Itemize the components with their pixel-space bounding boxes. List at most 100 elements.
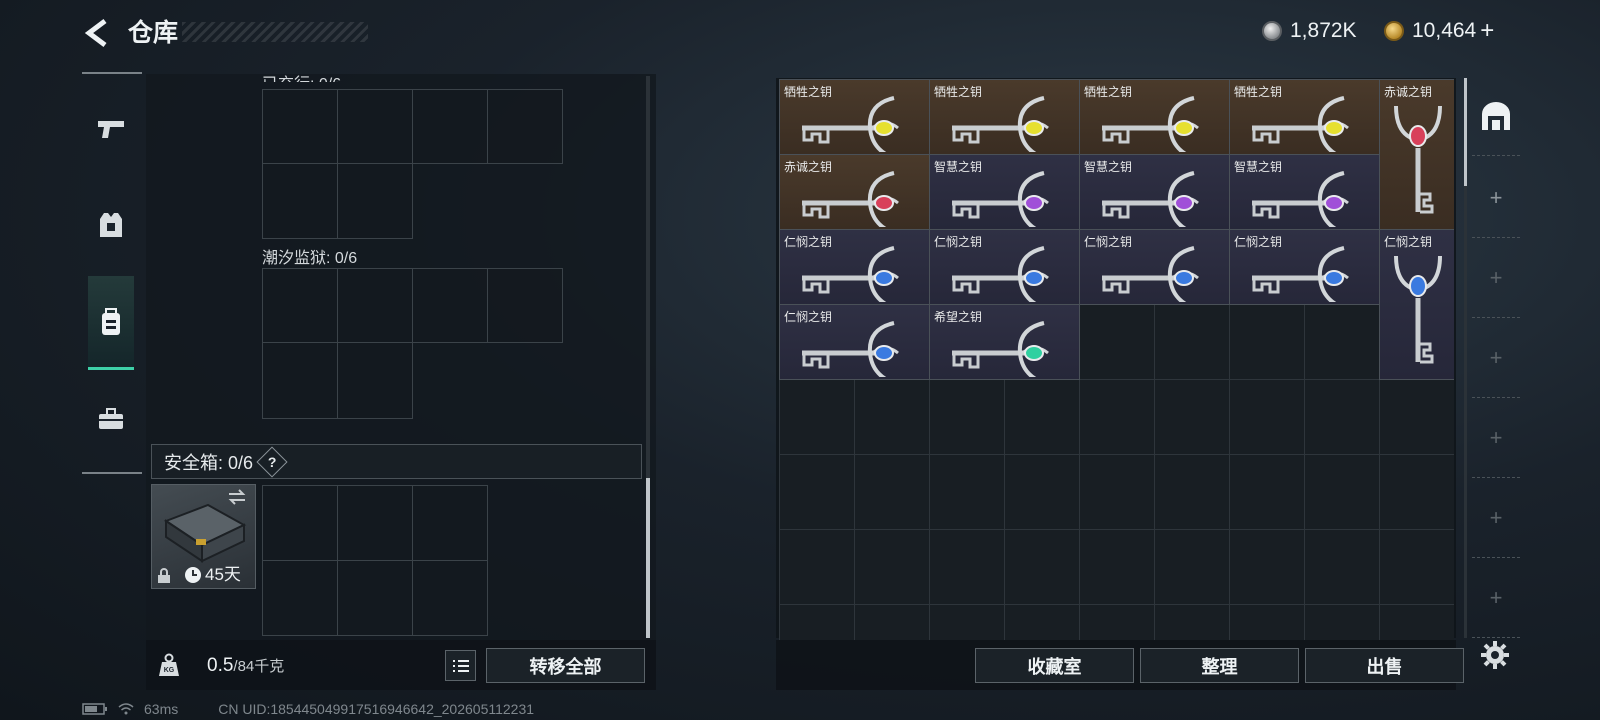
grid-slot[interactable] [337, 485, 413, 561]
grid-slot[interactable] [487, 268, 563, 343]
grid-slot[interactable] [337, 560, 413, 636]
warehouse-slot[interactable] [779, 529, 855, 605]
warehouse-slot[interactable] [1004, 529, 1080, 605]
key-item[interactable]: 希望之钥 [929, 304, 1080, 380]
settings-button[interactable] [1476, 636, 1514, 674]
transfer-all-button[interactable]: 转移全部 [486, 648, 645, 683]
warehouse-slot[interactable] [1154, 529, 1230, 605]
swap-icon[interactable] [227, 489, 247, 505]
warehouse-slot[interactable] [854, 379, 930, 455]
warehouse-slot[interactable] [1154, 454, 1230, 530]
key-item[interactable]: 牺牲之钥 [779, 79, 930, 155]
tab-armor[interactable] [88, 178, 134, 272]
warehouse-slot[interactable] [929, 379, 1005, 455]
key-item[interactable]: 牺牲之钥 [1079, 79, 1230, 155]
grid-slot[interactable] [262, 268, 338, 343]
warehouse-slot[interactable] [929, 529, 1005, 605]
warehouse-slot[interactable] [1079, 454, 1155, 530]
key-item[interactable]: 牺牲之钥 [929, 79, 1080, 155]
warehouse-slot[interactable] [854, 454, 930, 530]
grid-slot[interactable] [337, 89, 413, 164]
warehouse-slot[interactable] [1304, 379, 1380, 455]
warehouse-slot[interactable] [1004, 604, 1080, 640]
add-warehouse-tab-button[interactable]: + [1472, 478, 1520, 558]
warehouse-slot[interactable] [1079, 379, 1155, 455]
organize-button[interactable]: 整理 [1140, 648, 1299, 683]
grid-slot[interactable] [412, 268, 488, 343]
help-button[interactable]: ? [256, 445, 288, 478]
warehouse-slot[interactable] [779, 454, 855, 530]
key-item[interactable]: 智慧之钥 [1079, 154, 1230, 230]
warehouse-slot[interactable] [1079, 604, 1155, 640]
grid-slot[interactable] [262, 485, 338, 561]
warehouse-slot[interactable] [1154, 379, 1230, 455]
key-icon [952, 321, 1049, 377]
warehouse-slot[interactable] [1379, 379, 1454, 455]
grid-slot[interactable] [412, 485, 488, 561]
warehouse-slot[interactable] [1229, 304, 1305, 380]
collection-button[interactable]: 收藏室 [975, 648, 1134, 683]
warehouse-slot[interactable] [1154, 604, 1230, 640]
warehouse-slot[interactable] [1229, 454, 1305, 530]
grid-slot[interactable] [337, 268, 413, 343]
key-item[interactable]: 智慧之钥 [929, 154, 1080, 230]
add-warehouse-tab-button[interactable]: + [1472, 158, 1520, 238]
grid-slot[interactable] [337, 342, 413, 419]
warehouse-slot[interactable] [1004, 379, 1080, 455]
warehouse-slot[interactable] [1379, 529, 1454, 605]
key-item[interactable]: 赤诚之钥 [779, 154, 930, 230]
key-item[interactable]: 仁悯之钥 [1379, 229, 1454, 380]
tab-case[interactable] [88, 372, 134, 466]
key-item[interactable]: 仁悯之钥 [1079, 229, 1230, 305]
add-currency-button[interactable]: + [1480, 17, 1494, 45]
grid-slot[interactable] [262, 560, 338, 636]
left-scrollbar-thumb[interactable] [646, 478, 650, 638]
grid-slot[interactable] [262, 163, 338, 239]
tab-storage[interactable] [88, 276, 134, 370]
back-button[interactable] [80, 16, 114, 50]
grid-slot[interactable] [262, 342, 338, 419]
warehouse-slot[interactable] [1304, 304, 1380, 380]
grid-slot[interactable] [262, 89, 338, 164]
add-warehouse-tab-button[interactable]: + [1472, 398, 1520, 478]
key-item[interactable]: 仁悯之钥 [779, 304, 930, 380]
key-item[interactable]: 仁悯之钥 [1229, 229, 1380, 305]
safe-case-item[interactable]: 45天 [151, 484, 256, 589]
warehouse-slot[interactable] [1304, 454, 1380, 530]
tab-weapon[interactable] [88, 82, 134, 176]
warehouse-slot[interactable] [1229, 604, 1305, 640]
warehouse-slot[interactable] [779, 379, 855, 455]
warehouse-slot[interactable] [1154, 304, 1230, 380]
key-item[interactable]: 仁悯之钥 [779, 229, 930, 305]
warehouse-slot[interactable] [1004, 454, 1080, 530]
warehouse-slot[interactable] [854, 529, 930, 605]
warehouse-slot[interactable] [1229, 529, 1305, 605]
key-item[interactable]: 牺牲之钥 [1229, 79, 1380, 155]
warehouse-slot[interactable] [1379, 604, 1454, 640]
right-scrollbar-thumb[interactable] [1464, 78, 1467, 186]
key-item[interactable]: 智慧之钥 [1229, 154, 1380, 230]
add-warehouse-tab-button[interactable]: + [1472, 558, 1520, 638]
list-view-button[interactable] [445, 650, 476, 681]
grid-slot[interactable] [412, 560, 488, 636]
warehouse-slot[interactable] [1304, 604, 1380, 640]
add-warehouse-tab-button[interactable]: + [1472, 318, 1520, 398]
grid-slot[interactable] [412, 89, 488, 164]
warehouse-slot[interactable] [929, 454, 1005, 530]
warehouse-slot[interactable] [779, 604, 855, 640]
warehouse-slot[interactable] [1229, 379, 1305, 455]
warehouse-slot[interactable] [1079, 529, 1155, 605]
warehouse-slot[interactable] [1379, 454, 1454, 530]
key-item[interactable]: 仁悯之钥 [929, 229, 1080, 305]
grid-slot[interactable] [487, 89, 563, 164]
warehouse-slot[interactable] [929, 604, 1005, 640]
tab-warehouse-main[interactable] [1472, 78, 1520, 156]
ping-text: 63ms [144, 701, 179, 717]
warehouse-slot[interactable] [1079, 304, 1155, 380]
grid-slot[interactable] [337, 163, 413, 239]
warehouse-slot[interactable] [854, 604, 930, 640]
key-item[interactable]: 赤诚之钥 [1379, 79, 1454, 230]
warehouse-slot[interactable] [1304, 529, 1380, 605]
add-warehouse-tab-button[interactable]: + [1472, 238, 1520, 318]
sell-button[interactable]: 出售 [1305, 648, 1464, 683]
